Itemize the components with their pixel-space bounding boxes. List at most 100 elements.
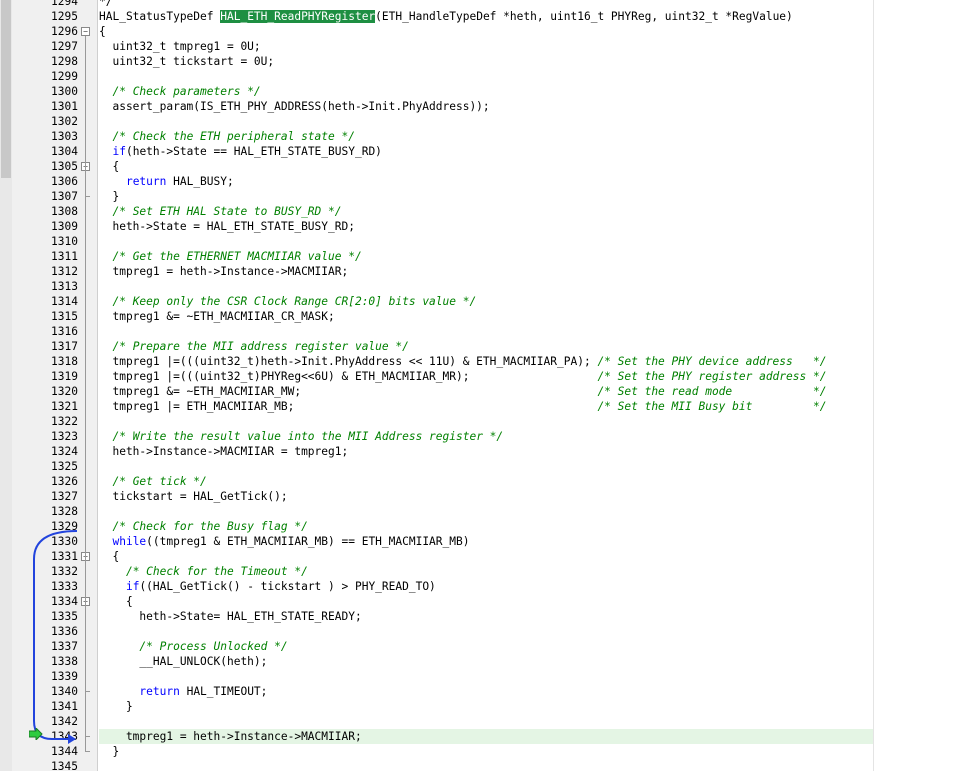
code-text[interactable]: /* Write the result value into the MII A… xyxy=(99,429,503,444)
code-text[interactable]: if(heth->State == HAL_ETH_STATE_BUSY_RD) xyxy=(99,144,381,159)
code-line[interactable]: 1329 /* Check for the Busy flag */ xyxy=(0,519,956,534)
code-line[interactable]: 1328 xyxy=(0,504,956,519)
code-line[interactable]: 1337 /* Process Unlocked */ xyxy=(0,639,956,654)
line-number[interactable]: 1299 xyxy=(12,69,78,84)
line-number[interactable]: 1302 xyxy=(12,114,78,129)
line-number[interactable]: 1316 xyxy=(12,324,78,339)
code-text[interactable]: tickstart = HAL_GetTick(); xyxy=(99,489,287,504)
code-text[interactable]: /* Process Unlocked */ xyxy=(99,639,287,654)
code-line[interactable]: 1336 xyxy=(0,624,956,639)
line-number[interactable]: 1295 xyxy=(12,9,78,24)
code-line[interactable]: 1305− { xyxy=(0,159,956,174)
code-text[interactable]: } xyxy=(99,699,133,714)
line-number[interactable]: 1310 xyxy=(12,234,78,249)
code-line[interactable]: 1330 while((tmpreg1 & ETH_MACMIIAR_MB) =… xyxy=(0,534,956,549)
code-line[interactable]: 1304 if(heth->State == HAL_ETH_STATE_BUS… xyxy=(0,144,956,159)
code-line[interactable]: 1344 } xyxy=(0,744,956,759)
code-line[interactable]: 1332 /* Check for the Timeout */ xyxy=(0,564,956,579)
code-text[interactable]: /* Check the ETH peripheral state */ xyxy=(99,129,354,144)
line-number[interactable]: 1307 xyxy=(12,189,78,204)
code-line[interactable]: 1339 xyxy=(0,669,956,684)
code-line[interactable]: 1302 xyxy=(0,114,956,129)
code-line[interactable]: 1310 xyxy=(0,234,956,249)
code-text[interactable]: while((tmpreg1 & ETH_MACMIIAR_MB) == ETH… xyxy=(99,534,469,549)
code-text[interactable]: heth->State= HAL_ETH_STATE_READY; xyxy=(99,609,361,624)
code-text[interactable]: if((HAL_GetTick() - tickstart ) > PHY_RE… xyxy=(99,579,436,594)
code-text[interactable]: uint32_t tmpreg1 = 0U; xyxy=(99,39,260,54)
line-number[interactable]: 1327 xyxy=(12,489,78,504)
line-number[interactable]: 1317 xyxy=(12,339,78,354)
code-line[interactable]: 1319 tmpreg1 |=(((uint32_t)PHYReg<<6U) &… xyxy=(0,369,956,384)
code-text[interactable]: return HAL_TIMEOUT; xyxy=(99,684,267,699)
code-line[interactable]: 1326 /* Get tick */ xyxy=(0,474,956,489)
code-line[interactable]: 1317 /* Prepare the MII address register… xyxy=(0,339,956,354)
code-line[interactable]: 1311 /* Get the ETHERNET MACMIIAR value … xyxy=(0,249,956,264)
line-number[interactable]: 1315 xyxy=(12,309,78,324)
line-number[interactable]: 1294 xyxy=(12,0,78,9)
code-text[interactable]: /* Keep only the CSR Clock Range CR[2:0]… xyxy=(99,294,476,309)
code-line[interactable]: 1341 } xyxy=(0,699,956,714)
code-text[interactable]: heth->Instance->MACMIIAR = tmpreg1; xyxy=(99,444,348,459)
line-number[interactable]: 1324 xyxy=(12,444,78,459)
code-line[interactable]: 1308 /* Set ETH HAL State to BUSY_RD */ xyxy=(0,204,956,219)
line-number[interactable]: 1320 xyxy=(12,384,78,399)
code-line[interactable]: 1314 /* Keep only the CSR Clock Range CR… xyxy=(0,294,956,309)
code-line[interactable]: 1295 HAL_StatusTypeDef HAL_ETH_ReadPHYReg… xyxy=(0,9,956,24)
code-text[interactable]: /* Check for the Timeout */ xyxy=(99,564,308,579)
code-text[interactable]: */ xyxy=(99,0,112,9)
line-number[interactable]: 1308 xyxy=(12,204,78,219)
line-number[interactable]: 1322 xyxy=(12,414,78,429)
code-text[interactable]: { xyxy=(99,549,119,564)
line-number[interactable]: 1314 xyxy=(12,294,78,309)
line-number[interactable]: 1319 xyxy=(12,369,78,384)
line-number[interactable]: 1321 xyxy=(12,399,78,414)
code-text[interactable]: HAL_StatusTypeDef HAL_ETH_ReadPHYRegiste… xyxy=(99,9,793,24)
code-line[interactable]: 1306 return HAL_BUSY; xyxy=(0,174,956,189)
code-text[interactable]: tmpreg1 |=(((uint32_t)heth->Init.PhyAddr… xyxy=(99,354,826,369)
code-text[interactable]: { xyxy=(99,159,119,174)
code-line[interactable]: 1342 xyxy=(0,714,956,729)
line-number[interactable]: 1306 xyxy=(12,174,78,189)
line-number[interactable]: 1304 xyxy=(12,144,78,159)
code-line[interactable]: 1327 tickstart = HAL_GetTick(); xyxy=(0,489,956,504)
code-line[interactable]: 1338 __HAL_UNLOCK(heth); xyxy=(0,654,956,669)
line-number[interactable]: 1297 xyxy=(12,39,78,54)
code-text[interactable]: uint32_t tickstart = 0U; xyxy=(99,54,274,69)
line-number[interactable]: 1300 xyxy=(12,84,78,99)
code-text[interactable]: /* Get tick */ xyxy=(99,474,206,489)
line-number[interactable]: 1301 xyxy=(12,99,78,114)
line-number[interactable]: 1296 xyxy=(12,24,78,39)
line-number[interactable]: 1298 xyxy=(12,54,78,69)
code-text[interactable]: tmpreg1 |= ETH_MACMIIAR_MB; /* Set the M… xyxy=(99,399,826,414)
line-number[interactable]: 1345 xyxy=(12,759,78,771)
code-line[interactable]: 1312 tmpreg1 = heth->Instance->MACMIIAR; xyxy=(0,264,956,279)
code-line[interactable]: 1294 */ xyxy=(0,0,956,9)
line-number[interactable]: 1318 xyxy=(12,354,78,369)
code-line[interactable]: 1309 heth->State = HAL_ETH_STATE_BUSY_RD… xyxy=(0,219,956,234)
code-text[interactable]: } xyxy=(99,744,119,759)
code-text[interactable]: tmpreg1 |=(((uint32_t)PHYReg<<6U) & ETH_… xyxy=(99,369,826,384)
code-line[interactable]: 1331− { xyxy=(0,549,956,564)
code-text[interactable]: __HAL_UNLOCK(heth); xyxy=(99,654,267,669)
code-line[interactable]: 1324 heth->Instance->MACMIIAR = tmpreg1; xyxy=(0,444,956,459)
code-text[interactable]: assert_param(IS_ETH_PHY_ADDRESS(heth->In… xyxy=(99,99,489,114)
code-line[interactable]: 1320 tmpreg1 &= ~ETH_MACMIIAR_MW; /* Set… xyxy=(0,384,956,399)
line-number[interactable]: 1323 xyxy=(12,429,78,444)
line-number[interactable]: 1309 xyxy=(12,219,78,234)
code-line[interactable]: 1298 uint32_t tickstart = 0U; xyxy=(0,54,956,69)
code-line[interactable]: 1345 xyxy=(0,759,956,771)
code-text[interactable]: tmpreg1 &= ~ETH_MACMIIAR_MW; /* Set the … xyxy=(99,384,826,399)
code-line[interactable]: 1313 xyxy=(0,279,956,294)
code-line[interactable]: 1296−{ xyxy=(0,24,956,39)
fold-toggle-icon[interactable]: − xyxy=(81,27,90,36)
line-number[interactable]: 1311 xyxy=(12,249,78,264)
code-line[interactable]: 1343 tmpreg1 = heth->Instance->MACMIIAR; xyxy=(0,729,956,744)
code-line[interactable]: 1321 tmpreg1 |= ETH_MACMIIAR_MB; /* Set … xyxy=(0,399,956,414)
code-line[interactable]: 1334− { xyxy=(0,594,956,609)
code-text[interactable]: heth->State = HAL_ETH_STATE_BUSY_RD; xyxy=(99,219,354,234)
code-line[interactable]: 1340 return HAL_TIMEOUT; xyxy=(0,684,956,699)
code-text[interactable]: /* Set ETH HAL State to BUSY_RD */ xyxy=(99,204,341,219)
code-text[interactable]: return HAL_BUSY; xyxy=(99,174,234,189)
code-line[interactable]: 1301 assert_param(IS_ETH_PHY_ADDRESS(het… xyxy=(0,99,956,114)
code-line[interactable]: 1325 xyxy=(0,459,956,474)
